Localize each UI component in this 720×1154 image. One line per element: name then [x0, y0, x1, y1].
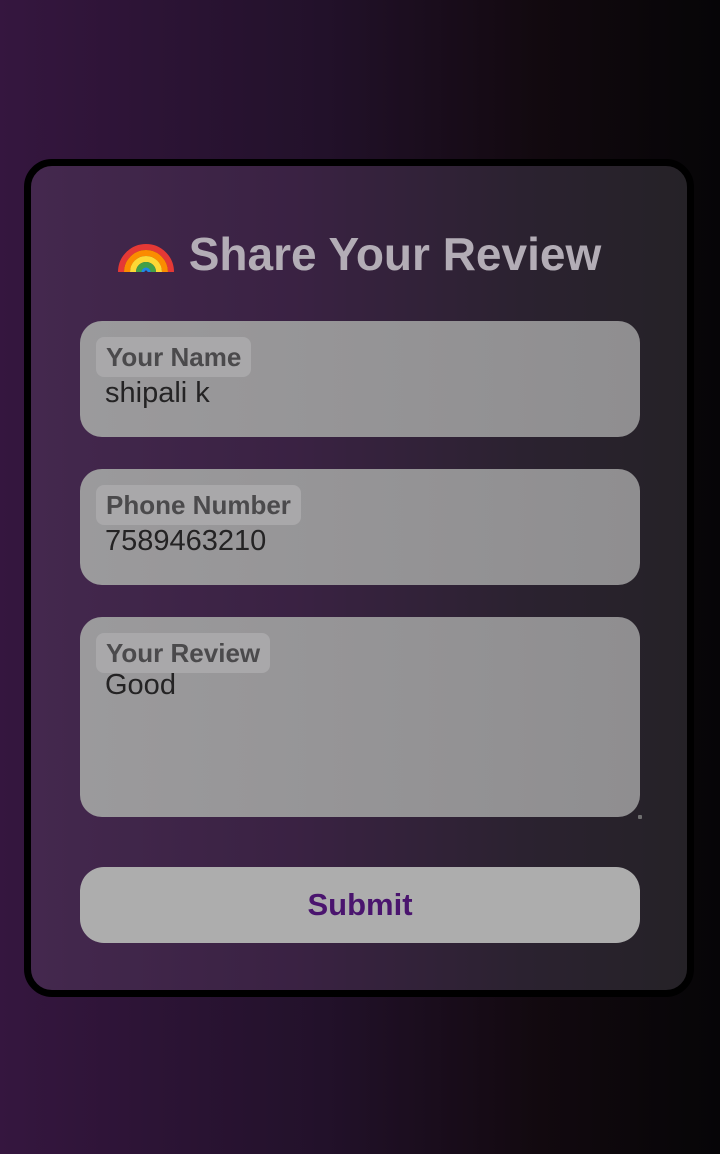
rainbow-icon [117, 244, 174, 273]
name-label: Your Name [96, 337, 252, 377]
resize-handle-icon[interactable] [638, 815, 642, 819]
form-heading: Share Your Review [31, 218, 687, 284]
page-title: Share Your Review [188, 228, 602, 280]
name-field[interactable]: Your Name shipali k [80, 321, 640, 437]
phone-label: Phone Number [96, 485, 301, 525]
submit-button[interactable]: Submit [80, 867, 640, 943]
name-input[interactable]: shipali k [105, 377, 210, 410]
review-field[interactable]: Your Review Good [80, 617, 642, 819]
review-label: Your Review [96, 633, 271, 673]
phone-input[interactable]: 7589463210 [105, 525, 266, 558]
review-form-card: Share Your Review Your Name shipali k Ph… [24, 159, 694, 997]
phone-field[interactable]: Phone Number 7589463210 [80, 469, 640, 585]
review-textarea[interactable]: Good [105, 669, 176, 702]
